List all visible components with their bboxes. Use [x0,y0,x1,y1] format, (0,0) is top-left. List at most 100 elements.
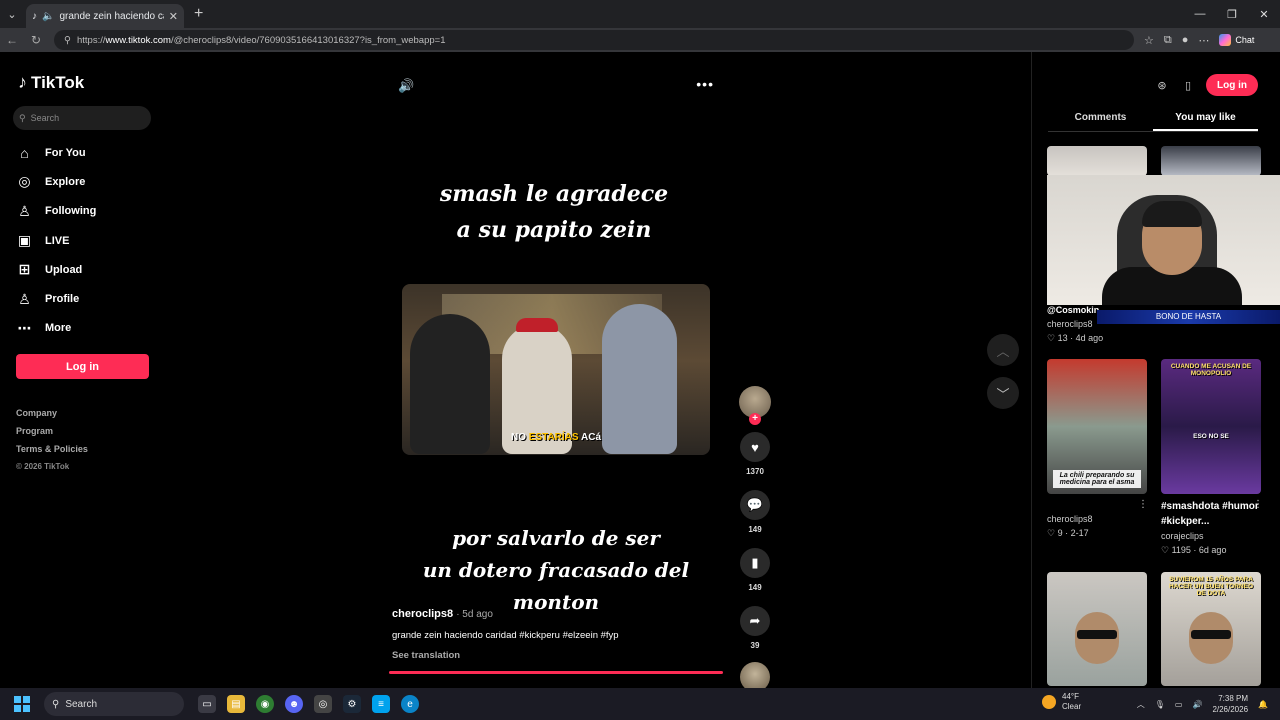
nav-label: More [45,322,72,335]
new-tab-button[interactable]: + [194,5,203,23]
bookmark-icon[interactable]: ▮ [740,548,770,578]
site-info-icon[interactable]: ⚲ [64,35,71,46]
subtitle-word: NO [510,432,526,443]
comment-action[interactable]: 💬 149 [740,490,770,534]
share-action[interactable]: ➦ 39 [740,606,770,650]
windows-start-icon[interactable] [14,696,30,712]
header-login-button[interactable]: Log in [1206,74,1258,96]
recommended-thumbnail[interactable] [1047,572,1147,686]
search-input[interactable]: ⚲ Search [13,106,151,130]
browser-menu-icon[interactable]: ⋯ [1198,34,1209,47]
chevron-down-icon[interactable]: ﹀ [987,377,1019,409]
compass-icon: ◎ [18,173,31,190]
weather-temp: 44°F [1062,692,1079,701]
recommended-thumbnail[interactable] [1047,146,1147,176]
follow-plus-icon[interactable]: + [749,413,761,425]
logo-text: TikTok [31,72,85,92]
sidebar-item-more[interactable]: ⋯ More [16,314,96,343]
tiktok-note-icon: ♪ [18,72,27,92]
browser-tab[interactable]: ♪ 🔈 grande zein haciendo caridad ✕ [26,4,184,28]
sidebar-item-live[interactable]: ▣ LIVE [16,226,96,255]
taskbar-search[interactable]: ⚲ Search [44,692,184,716]
profile-avatar-icon[interactable]: ● [1182,34,1189,46]
caption-line: smash le agradece [439,181,669,207]
volume-tray-icon[interactable]: 🔊 [1192,700,1202,709]
sidebar-item-profile[interactable]: ♙ Profile [16,284,96,313]
tab-audio-icon[interactable]: 🔈 [42,11,54,22]
volume-icon[interactable]: 🔊 [398,78,414,94]
sidebar-login-button[interactable]: Log in [16,354,149,379]
recommended-thumbnail[interactable] [1161,146,1261,176]
tiktok-logo[interactable]: ♪ TikTok [18,72,84,93]
sidebar-item-explore[interactable]: ◎ Explore [16,167,96,196]
chevron-up-icon[interactable]: ︿ [987,334,1019,366]
tray-chevron-icon[interactable]: ︿ [1137,699,1145,710]
copilot-icon [1219,34,1232,46]
nav-label: Following [45,205,97,218]
recommended-thumbnail[interactable]: SUVIEROM 15 AÑOS PARA HACER UN BUEN TORN… [1161,572,1261,686]
footer-link-terms[interactable]: Terms & Policies [16,444,88,462]
tab-actions-icon[interactable]: ⌄ [0,0,24,28]
recommended-thumbnail[interactable]: CUANDO ME ACUSAN DE MONOPOLIO ESO NO SE [1161,359,1261,494]
share-icon[interactable]: ➦ [740,606,770,636]
recommended-title[interactable]: #smashdota #humor #kickper... [1161,499,1261,529]
heart-icon[interactable]: ♥ [740,432,770,462]
footer-link-company[interactable]: Company [16,408,88,426]
task-view-icon[interactable]: ▭ [198,695,216,713]
item-options-icon[interactable]: ⋮ [1253,499,1263,510]
chat-label: Chat [1235,35,1255,45]
extensions-icon[interactable]: ⧉ [1164,34,1172,47]
network-icon[interactable]: ▭ [1175,700,1183,709]
discord-icon[interactable]: ☻ [285,695,303,713]
sidebar-item-following[interactable]: ♙ Following [16,197,96,226]
microphone-icon[interactable]: 🎙 [1155,700,1165,709]
clock-time: 7:38 PM [1218,694,1249,703]
restore-icon[interactable]: ❐ [1216,0,1248,28]
steam-icon[interactable]: ⚙ [343,695,361,713]
coins-icon[interactable]: ⊛ [1154,77,1170,93]
chrome-icon[interactable]: ◉ [256,695,274,713]
see-translation-link[interactable]: See translation [392,650,722,661]
tab-you-may-like[interactable]: You may like [1153,108,1258,131]
recommended-username[interactable]: corajeclips [1161,531,1261,541]
author-avatar[interactable]: + [739,386,771,425]
item-options-icon[interactable]: ⋮ [1138,499,1148,510]
caption-line: a su papito zein [456,217,652,243]
edge-icon[interactable]: e [401,695,419,713]
video-caption-top: smash le agradece a su papito zein [384,176,724,248]
recommended-username[interactable]: cheroclips8 [1047,514,1093,524]
close-window-icon[interactable]: ✕ [1248,0,1280,28]
thumbnail-overlay: SUVIEROM 15 AÑOS PARA HACER UN BUEN TORN… [1168,576,1254,597]
minimize-icon[interactable]: — [1184,0,1216,28]
url-field[interactable]: ⚲ https://www.tiktok.com/@cheroclips8/vi… [54,30,1134,50]
refresh-icon[interactable]: ↻ [24,33,48,47]
obs-icon[interactable]: ◎ [314,695,332,713]
live-icon: ▣ [17,232,32,249]
favorite-star-icon[interactable]: ☆ [1144,34,1154,47]
like-action[interactable]: ♥ 1370 [740,432,770,476]
copilot-chat-button[interactable]: Chat [1219,34,1254,46]
notepad-icon[interactable]: ≡ [372,695,390,713]
system-tray: ︿ 🎙 ▭ 🔊 7:38 PM 2/26/2026 🔔 [1137,688,1268,720]
video-player[interactable]: 🔊 ••• smash le agradece a su papito zein… [384,52,728,682]
clock[interactable]: 7:38 PM 2/26/2026 [1212,693,1248,715]
save-action[interactable]: ▮ 149 [740,548,770,592]
file-explorer-icon[interactable]: ▤ [227,695,245,713]
device-icon[interactable]: ▯ [1180,77,1196,93]
recommended-username[interactable]: cheroclips8 [1047,319,1103,329]
recommended-thumbnail[interactable]: La chili preparando su medicina para el … [1047,359,1147,494]
webcam-overlay [1047,175,1280,305]
video-more-icon[interactable]: ••• [696,76,714,92]
tab-comments[interactable]: Comments [1048,108,1153,131]
sidebar-item-for-you[interactable]: ⌂ For You [16,138,96,167]
notification-bell-icon[interactable]: 🔔 [1258,700,1268,709]
sidebar-item-upload[interactable]: ⊞ Upload [16,255,96,284]
video-progress-bar[interactable] [389,671,723,674]
comment-icon[interactable]: 💬 [740,490,770,520]
weather-widget[interactable]: 44°F Clear [1042,692,1081,712]
back-icon[interactable]: ← [0,33,24,47]
author-name[interactable]: cheroclips8 [392,608,453,620]
tab-close-icon[interactable]: ✕ [169,10,178,23]
footer-link-program[interactable]: Program [16,426,88,444]
user-icon: ♙ [18,290,31,307]
